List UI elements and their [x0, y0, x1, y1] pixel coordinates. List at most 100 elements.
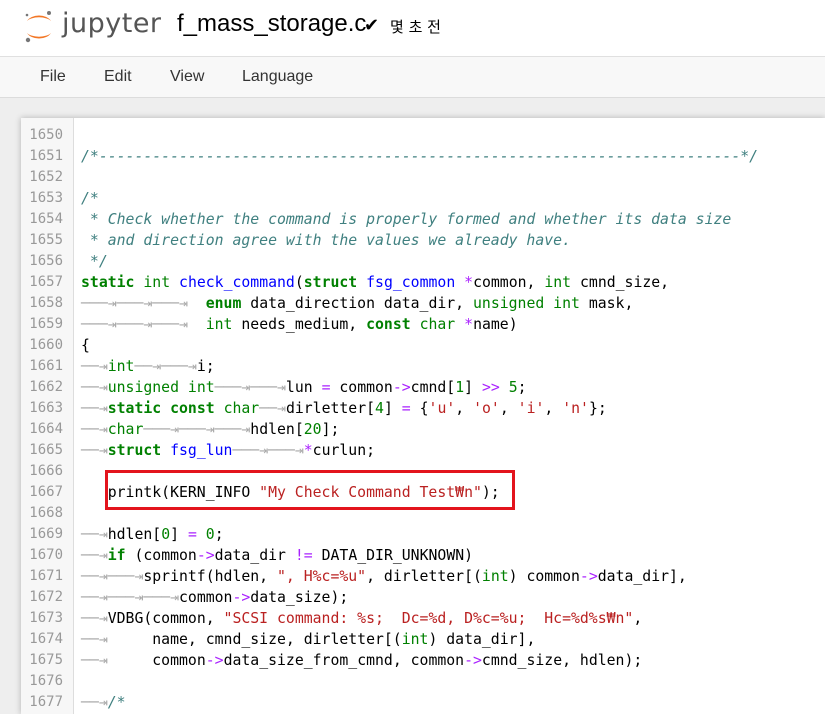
- code-line[interactable]: ──⇥───⇥sprintf(hdlen, ", H%c=%u", dirlet…: [81, 566, 687, 587]
- code-token: 'o': [473, 400, 500, 417]
- line-number: 1667: [29, 484, 63, 500]
- code-line[interactable]: * and direction agree with the values we…: [81, 230, 571, 251]
- code-line[interactable]: ──⇥struct fsg_lun───⇥───⇥*curlun;: [81, 440, 375, 461]
- code-line[interactable]: ──⇥hdlen[0] = 0;: [81, 524, 224, 545]
- line-number: 1661: [29, 358, 63, 374]
- code-line[interactable]: * Check whether the command is properly …: [81, 209, 731, 230]
- code-line[interactable]: ──⇥unsigned int───⇥───⇥lun = common->cmn…: [81, 377, 527, 398]
- code-line[interactable]: ──⇥static const char──⇥dirletter[4] = {'…: [81, 398, 607, 419]
- code-token: data_dir: [214, 547, 295, 564]
- code-line[interactable]: ──⇥char───⇥───⇥───⇥hdlen[20];: [81, 419, 339, 440]
- code-token: curlun;: [312, 442, 376, 459]
- line-number: 1676: [29, 673, 63, 689]
- code-token: int: [481, 568, 509, 585]
- code-line[interactable]: /*--------------------------------------…: [81, 146, 758, 167]
- code-line[interactable]: static int check_command(struct fsg_comm…: [81, 272, 669, 293]
- code-token: check_command: [179, 274, 295, 291]
- code-token: ];: [321, 421, 340, 438]
- line-number: 1675: [29, 652, 63, 668]
- menu-file[interactable]: File: [40, 68, 66, 86]
- code-token: VDBG(common,: [107, 610, 224, 627]
- menu-view[interactable]: View: [170, 68, 204, 86]
- code-token: */: [81, 253, 108, 270]
- line-number: 1663: [29, 400, 63, 416]
- code-token: char: [419, 316, 456, 333]
- code-line[interactable]: ───⇥───⇥───⇥ enum data_direction data_di…: [81, 293, 633, 314]
- code-token: >>: [481, 379, 500, 396]
- code-token: ]: [170, 526, 188, 543]
- line-number-gutter: 1650 1651 1652 1653 1654 1655 1656 1657 1658 1659…: [21, 118, 74, 714]
- menu-edit[interactable]: Edit: [104, 68, 132, 86]
- code-token: unsigned int: [473, 295, 580, 312]
- line-number: 1664: [29, 421, 63, 437]
- code-token: 20: [303, 421, 322, 438]
- code-token: fsg_common: [366, 274, 456, 291]
- code-line[interactable]: ──⇥if (common->data_dir != DATA_DIR_UNKN…: [81, 545, 473, 566]
- code-token: data_size);: [250, 589, 349, 606]
- line-number: 1652: [29, 169, 63, 185]
- code-token: (common: [125, 547, 197, 564]
- code-token: lun: [285, 379, 322, 396]
- code-token: {: [81, 337, 90, 354]
- code-token: };: [588, 400, 607, 417]
- highlight-annotation-box: [105, 470, 515, 510]
- code-token: =: [401, 400, 411, 417]
- code-token: "SCSI command: %s; Dc=%d, D%c=%u; Hc=%d%…: [223, 610, 634, 627]
- code-token: needs_medium,: [232, 316, 367, 333]
- jupyter-brand[interactable]: jupyter: [62, 8, 162, 39]
- code-line[interactable]: ───⇥───⇥───⇥ int needs_medium, const cha…: [81, 314, 518, 335]
- code-editor[interactable]: 1650 1651 1652 1653 1654 1655 1656 1657 1658 1659…: [21, 118, 825, 714]
- code-token: unsigned int: [107, 379, 215, 396]
- code-token: =: [187, 526, 197, 543]
- code-token: ->: [579, 568, 598, 585]
- tab-marker: ───⇥───⇥: [214, 379, 286, 396]
- code-token: *: [464, 274, 474, 291]
- code-line[interactable]: ──⇥int──⇥───⇥i;: [81, 356, 215, 377]
- line-number: 1659: [29, 316, 63, 332]
- code-token: ) data_dir],: [428, 631, 536, 648]
- code-token: 5: [508, 379, 518, 396]
- tab-marker: ──⇥: [259, 400, 286, 417]
- code-token: common,: [473, 274, 545, 291]
- code-line[interactable]: ──⇥ name, cmnd_size, dirletter[(int) dat…: [81, 629, 535, 650]
- code-line[interactable]: ──⇥───⇥───⇥common->data_size);: [81, 587, 348, 608]
- menu-language[interactable]: Language: [242, 68, 313, 86]
- code-token: cmnd_size, hdlen);: [481, 652, 643, 669]
- line-number: 1665: [29, 442, 63, 458]
- line-number: 1677: [29, 694, 63, 710]
- code-token: 0: [205, 526, 215, 543]
- code-token: char: [223, 400, 260, 417]
- code-token: dirletter[: [285, 400, 376, 417]
- code-token: ,: [633, 610, 643, 627]
- tab-marker: ──⇥: [81, 358, 108, 375]
- line-number: 1674: [29, 631, 63, 647]
- file-name[interactable]: f_mass_storage.c: [177, 10, 366, 38]
- code-token: 'n': [562, 400, 589, 417]
- line-number: 1671: [29, 568, 63, 584]
- code-token: 0: [161, 526, 171, 543]
- code-token: common: [330, 379, 393, 396]
- code-line[interactable]: /*: [81, 188, 99, 209]
- code-line[interactable]: ──⇥/*: [81, 692, 126, 713]
- code-token: cmnd_size,: [571, 274, 670, 291]
- jupyter-logo-icon[interactable]: [22, 9, 56, 45]
- code-token: ->: [464, 652, 482, 669]
- code-token: struct: [303, 274, 358, 291]
- code-line[interactable]: {: [81, 335, 90, 356]
- line-number: 1654: [29, 211, 63, 227]
- code-token: int: [107, 358, 135, 375]
- code-token: common: [107, 652, 206, 669]
- line-number: 1670: [29, 547, 63, 563]
- code-token: ;: [517, 379, 527, 396]
- code-line[interactable]: ──⇥ common->data_size_from_cmnd, common-…: [81, 650, 642, 671]
- code-token: data_dir],: [597, 568, 687, 585]
- line-number: 1651: [29, 148, 63, 164]
- code-line[interactable]: ──⇥VDBG(common, "SCSI command: %s; Dc=%d…: [81, 608, 642, 629]
- code-line[interactable]: */: [81, 251, 108, 272]
- code-token: 'u': [428, 400, 456, 417]
